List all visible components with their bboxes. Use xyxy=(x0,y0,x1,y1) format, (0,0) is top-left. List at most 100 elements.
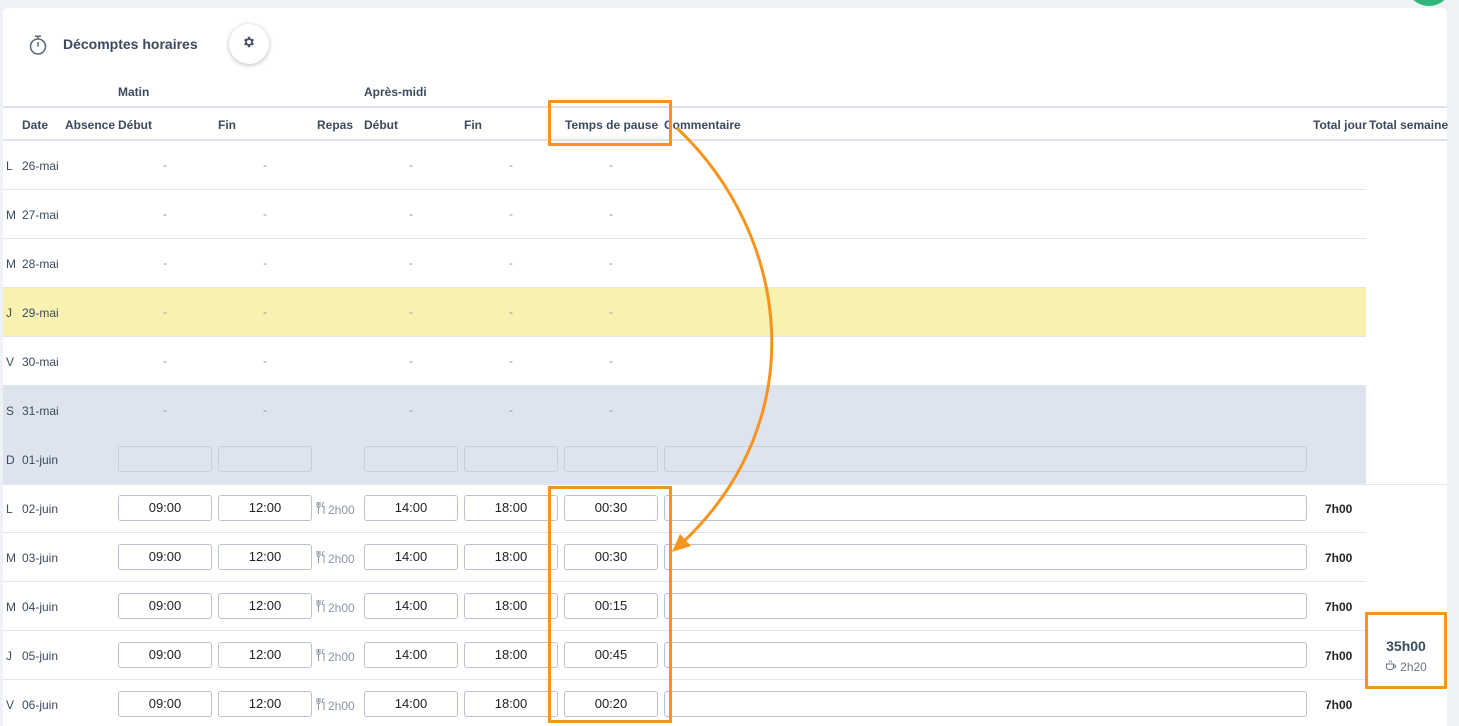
meal-duration: 2h00 xyxy=(316,697,355,713)
afternoon-end-input[interactable]: 18:00 xyxy=(464,495,558,521)
meal-duration: 2h00 xyxy=(316,501,355,517)
pause-input[interactable] xyxy=(564,446,658,472)
afternoon-end-input[interactable]: 18:00 xyxy=(464,642,558,668)
morning-end-input[interactable]: 12:00 xyxy=(218,593,312,619)
afternoon-start-input[interactable]: 14:00 xyxy=(364,691,458,717)
fork-knife-icon xyxy=(316,550,326,566)
row-date: 31-mai xyxy=(22,404,59,418)
comment-input[interactable] xyxy=(664,642,1307,668)
afternoon-end-input[interactable]: 18:00 xyxy=(464,691,558,717)
avatar[interactable] xyxy=(1406,0,1452,6)
row-date: 02-juin xyxy=(22,502,59,516)
row-date: 26-mai xyxy=(22,159,59,173)
row-day-letter: L xyxy=(6,502,13,516)
afternoon-end-empty: - xyxy=(509,354,513,368)
comment-input[interactable] xyxy=(664,495,1307,521)
afternoon-start-input[interactable]: 14:00 xyxy=(364,593,458,619)
afternoon-start-input[interactable]: 14:00 xyxy=(364,495,458,521)
morning-end-empty: - xyxy=(263,305,267,319)
afternoon-end-empty: - xyxy=(509,158,513,172)
afternoon-end-input[interactable] xyxy=(464,446,558,472)
afternoon-start-empty: - xyxy=(409,158,413,172)
col-header-morning-end: Fin xyxy=(218,118,236,132)
col-header-afternoon-start: Début xyxy=(364,118,398,132)
time-tracking-card: Décomptes horaires Matin Après-midi Date… xyxy=(3,8,1449,726)
col-header-date: Date xyxy=(22,118,49,132)
day-total: 7h00 xyxy=(1325,502,1353,516)
col-header-comment: Commentaire xyxy=(664,118,741,132)
comment-input[interactable] xyxy=(664,544,1307,570)
morning-end-input[interactable] xyxy=(218,446,312,472)
morning-start-input[interactable]: 09:00 xyxy=(118,691,212,717)
meal-duration-value: 2h00 xyxy=(328,698,355,713)
meal-duration-value: 2h00 xyxy=(328,600,355,615)
morning-start-input[interactable]: 09:00 xyxy=(118,544,212,570)
table-row-holiday: J 29-mai - - - - - xyxy=(3,288,1366,337)
table-row: M 03-juin 09:00 12:00 2h00 14:00 18:00 0… xyxy=(3,533,1366,582)
pause-empty: - xyxy=(609,158,613,172)
afternoon-end-input[interactable]: 18:00 xyxy=(464,593,558,619)
meal-duration-value: 2h00 xyxy=(328,551,355,566)
day-total: 7h00 xyxy=(1325,649,1353,663)
row-day-letter: M xyxy=(6,257,16,271)
row-date: 05-juin xyxy=(22,649,59,663)
afternoon-start-input[interactable]: 14:00 xyxy=(364,544,458,570)
table-row-weekend: D 01-juin xyxy=(3,435,1366,484)
week-total-value: 35h00 xyxy=(1386,638,1426,654)
group-label-morning: Matin xyxy=(118,85,150,99)
table-row: M 27-mai - - - - - xyxy=(3,190,1366,239)
meal-duration-value: 2h00 xyxy=(328,502,355,517)
morning-end-empty: - xyxy=(263,354,267,368)
pause-empty: - xyxy=(609,354,613,368)
row-day-letter: V xyxy=(6,355,15,369)
row-date: 27-mai xyxy=(22,208,59,222)
morning-end-empty: - xyxy=(263,256,267,270)
afternoon-start-empty: - xyxy=(409,403,413,417)
morning-end-empty: - xyxy=(263,158,267,172)
comment-input[interactable] xyxy=(664,691,1307,717)
fork-knife-icon xyxy=(316,697,326,713)
col-header-day-total: Total jour xyxy=(1313,118,1367,132)
table-row: V 30-mai - - - - - xyxy=(3,337,1366,386)
morning-start-input[interactable]: 09:00 xyxy=(118,495,212,521)
afternoon-end-empty: - xyxy=(509,207,513,221)
afternoon-end-input[interactable]: 18:00 xyxy=(464,544,558,570)
afternoon-end-empty: - xyxy=(509,403,513,417)
morning-end-input[interactable]: 12:00 xyxy=(218,495,312,521)
morning-start-input[interactable]: 09:00 xyxy=(118,642,212,668)
col-header-week-total: Total semaine xyxy=(1369,118,1449,132)
group-label-afternoon: Après-midi xyxy=(364,85,427,99)
row-date: 28-mai xyxy=(22,257,59,271)
afternoon-start-input[interactable] xyxy=(364,446,458,472)
settings-button[interactable] xyxy=(229,24,269,64)
row-date: 30-mai xyxy=(22,355,59,369)
week-pause-total-value: 2h20 xyxy=(1400,659,1427,674)
morning-end-empty: - xyxy=(263,207,267,221)
row-date: 06-juin xyxy=(22,698,59,712)
comment-input[interactable] xyxy=(664,446,1307,472)
morning-start-input[interactable] xyxy=(118,446,212,472)
row-day-letter: S xyxy=(6,404,15,418)
day-total: 7h00 xyxy=(1325,600,1353,614)
meal-duration: 2h00 xyxy=(316,648,355,664)
row-day-letter: M xyxy=(6,600,16,614)
col-header-meal: Repas xyxy=(317,118,354,132)
day-total: 7h00 xyxy=(1325,698,1353,712)
morning-start-empty: - xyxy=(163,305,167,319)
meal-duration: 2h00 xyxy=(316,550,355,566)
fork-knife-icon xyxy=(316,501,326,517)
pause-column-highlight xyxy=(548,486,672,723)
page-title: Décomptes horaires xyxy=(63,36,198,52)
gear-icon xyxy=(242,35,256,54)
morning-start-empty: - xyxy=(163,158,167,172)
afternoon-start-input[interactable]: 14:00 xyxy=(364,642,458,668)
morning-end-input[interactable]: 12:00 xyxy=(218,691,312,717)
morning-end-input[interactable]: 12:00 xyxy=(218,642,312,668)
afternoon-end-empty: - xyxy=(509,256,513,270)
morning-start-input[interactable]: 09:00 xyxy=(118,593,212,619)
comment-input[interactable] xyxy=(664,593,1307,619)
row-day-letter: D xyxy=(6,453,15,467)
morning-end-input[interactable]: 12:00 xyxy=(218,544,312,570)
morning-start-empty: - xyxy=(163,354,167,368)
coffee-cup-icon xyxy=(1385,659,1397,674)
